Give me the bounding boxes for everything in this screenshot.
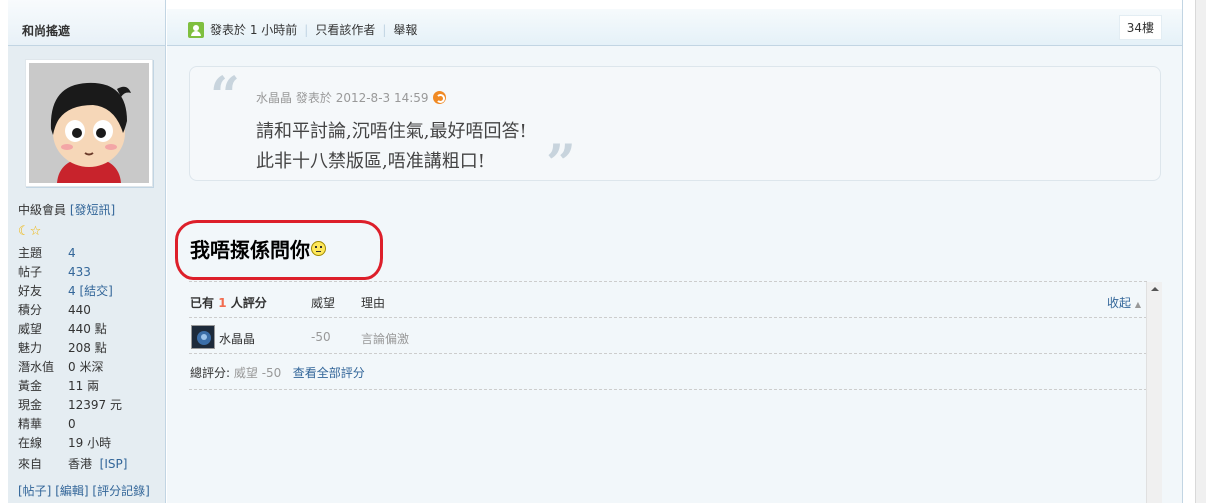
post-meta: 發表於 1 小時前 | 只看該作者 | 舉報 — [188, 21, 417, 38]
star-icon: ☆ — [29, 224, 42, 239]
post-content: “ 水晶晶 發表於 2012-8-3 14:59 請和平討論,沉唔住氣,最好唔回… — [167, 46, 1182, 503]
rating-col-reason: 理由 — [361, 296, 386, 310]
goto-original-icon[interactable] — [432, 91, 446, 104]
author-name[interactable]: 和尚搖遮 — [8, 0, 165, 46]
stat-row-cash: 現金 12397 元 — [18, 396, 163, 415]
post-header: 發表於 1 小時前 | 只看該作者 | 舉報 34樓 — [167, 0, 1182, 46]
rating-total: 總評分: 威望 -50 查看全部評分 — [189, 354, 1147, 390]
stat-value: 440 — [68, 303, 91, 317]
stat-label: 威望 — [18, 322, 43, 336]
quote-line-1: 請和平討論,沉唔住氣,最好唔回答! — [256, 121, 527, 142]
quote-line-2: 此非十八禁版區,唔准講粗口! — [256, 151, 485, 172]
only-author-link[interactable]: 只看該作者 — [315, 21, 375, 38]
rating-header: 已有 1 人評分 威望 理由 收起 ▲ — [189, 281, 1147, 318]
stat-row-posts: 帖子 433 — [18, 263, 163, 282]
close-quote-icon: ” — [546, 134, 576, 195]
send-pm-link[interactable]: [發短訊] — [70, 203, 115, 217]
rating-scrollbar[interactable] — [1146, 282, 1162, 503]
total-label: 總評分: — [190, 366, 231, 380]
open-quote-icon: “ — [210, 66, 240, 127]
stat-row-digest: 精華 0 — [18, 415, 163, 434]
page-right-rail — [1182, 0, 1195, 503]
stat-row-gold: 黃金 11 兩 — [18, 377, 163, 396]
add-friend-link[interactable]: [結交] — [79, 284, 112, 298]
author-location: 來自 香港 [ISP] — [18, 455, 163, 474]
edit-link[interactable]: [編輯] — [55, 484, 88, 498]
view-all-ratings-link[interactable]: 查看全部評分 — [293, 366, 365, 380]
stat-row-dive: 潛水值 0 米深 — [18, 358, 163, 377]
quote-posted-label: 發表於 — [295, 91, 332, 105]
stat-value: 11 兩 — [68, 379, 100, 393]
stat-row-online: 在線 19 小時 — [18, 434, 163, 453]
stat-label: 在線 — [18, 436, 43, 450]
quote-block: “ 水晶晶 發表於 2012-8-3 14:59 請和平討論,沉唔住氣,最好唔回… — [189, 66, 1161, 191]
author-stats: 主題 4 帖子 433 好友 4 [結交] 積分 440 威望 440 點 魅力 208 點… — [18, 244, 163, 453]
posts-link[interactable]: [帖子] — [18, 484, 51, 498]
collapse-link[interactable]: 收起 ▲ — [1107, 294, 1141, 311]
stat-row-credits: 積分 440 — [18, 301, 163, 320]
stat-value-friends[interactable]: 4 — [68, 284, 76, 298]
stat-row-topics: 主題 4 — [18, 244, 163, 263]
author-sidebar: 和尚搖遮 中級會員 [發短訊] ☾☆ 主題 4 帖子 433 好友 4 [結交]… — [8, 0, 166, 503]
quote-author: 水晶晶 — [256, 91, 293, 105]
author-profile: 中級會員 [發短訊] ☾☆ 主題 4 帖子 433 好友 4 [結交] 積分 440 威… — [18, 202, 163, 499]
rating-col-prestige: 威望 — [311, 296, 336, 310]
stat-label: 帖子 — [18, 265, 43, 279]
stat-label: 主題 — [18, 246, 43, 260]
total-value: 威望 -50 — [233, 366, 282, 380]
avatar-image — [29, 63, 149, 183]
stat-label: 黃金 — [18, 379, 43, 393]
stat-value: 0 米深 — [68, 360, 104, 374]
stat-value-topics[interactable]: 4 — [68, 246, 76, 260]
divider: | — [382, 22, 387, 37]
stat-row-charm: 魅力 208 點 — [18, 339, 163, 358]
stat-value: 0 — [68, 417, 76, 431]
stat-row-friends: 好友 4 [結交] — [18, 282, 163, 301]
rating-row: 水晶晶 -50 言論偏激 — [189, 318, 1147, 354]
moon-icon: ☾ — [18, 224, 30, 239]
isp-link[interactable]: [ISP] — [100, 457, 128, 471]
stat-value-posts[interactable]: 433 — [68, 265, 91, 279]
chevron-up-icon: ▲ — [1134, 300, 1141, 309]
from-label: 來自 — [18, 457, 43, 471]
rating-value: -50 — [311, 330, 331, 344]
stat-value: 440 點 — [68, 322, 107, 336]
stat-label: 積分 — [18, 303, 43, 317]
author-actions: [帖子] [編輯] [評分記錄] — [18, 482, 163, 499]
quote-header: 水晶晶 發表於 2012-8-3 14:59 — [256, 89, 446, 106]
stat-label: 精華 — [18, 417, 43, 431]
post-time: 發表於 1 小時前 — [210, 23, 298, 37]
floor-number[interactable]: 34樓 — [1118, 15, 1162, 40]
message-text: 我唔揼係問你 — [190, 238, 310, 262]
cartoon-boy-icon — [29, 63, 149, 183]
smiley-icon — [311, 241, 326, 256]
stat-row-prestige: 威望 440 點 — [18, 320, 163, 339]
post-message: 我唔揼係問你 — [190, 234, 326, 263]
rating-count: 已有 1 人評分 — [190, 296, 267, 310]
quote-time: 2012-8-3 14:59 — [335, 90, 429, 105]
avatar[interactable] — [25, 59, 153, 187]
from-value: 香港 — [68, 457, 93, 471]
rater-name[interactable]: 水晶晶 — [219, 330, 255, 347]
stat-label: 潛水值 — [18, 360, 55, 374]
stat-label: 魅力 — [18, 341, 43, 355]
divider: | — [304, 22, 309, 37]
report-link[interactable]: 舉報 — [393, 21, 417, 38]
stat-label: 現金 — [18, 398, 43, 412]
window-scrollbar[interactable] — [1195, 0, 1206, 503]
rater-avatar[interactable] — [191, 325, 215, 349]
rater-avatar-icon — [192, 326, 214, 348]
stat-label: 好友 — [18, 284, 43, 298]
stat-value: 208 點 — [68, 341, 107, 355]
rating-reason: 言論偏激 — [361, 332, 410, 346]
rating-table: 已有 1 人評分 威望 理由 收起 ▲ 水晶晶 -50 言論偏激 總評分: 威望… — [189, 281, 1147, 390]
member-rank: 中級會員 — [18, 203, 67, 217]
stat-value: 12397 元 — [68, 398, 122, 412]
rank-stars: ☾☆ — [18, 224, 163, 240]
online-status-icon — [188, 21, 204, 38]
rating-log-link[interactable]: [評分記錄] — [92, 484, 149, 498]
scroll-up-arrow-icon[interactable] — [1151, 287, 1159, 291]
stat-value: 19 小時 — [68, 436, 112, 450]
